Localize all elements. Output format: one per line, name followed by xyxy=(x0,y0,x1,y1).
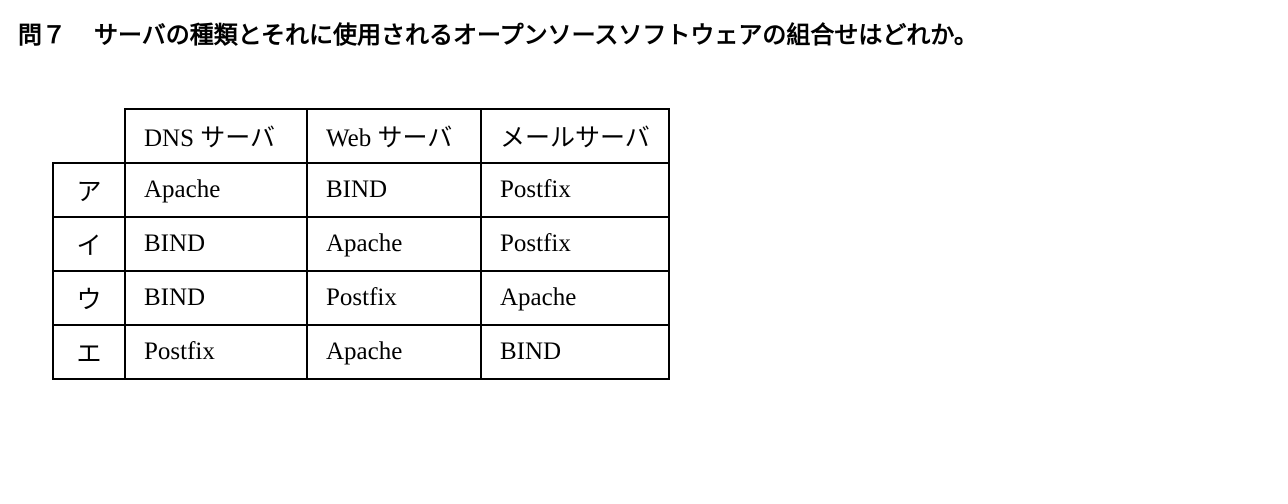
table-cell: Postfix xyxy=(306,271,482,326)
table-row: イ BIND Apache Postfix xyxy=(52,217,670,272)
table-cell: BIND xyxy=(480,325,670,380)
option-label: エ xyxy=(52,325,126,380)
question-number: 問７ xyxy=(18,21,66,49)
corner-cell xyxy=(53,109,126,164)
column-header-mail-server: メールサーバ xyxy=(480,108,670,164)
table-cell: Postfix xyxy=(480,163,670,218)
table-cell: Apache xyxy=(306,325,482,380)
table-cell: BIND xyxy=(124,271,308,326)
table-cell: Postfix xyxy=(124,325,308,380)
table-header-row: DNS サーバ Web サーバ メールサーバ xyxy=(53,108,670,164)
column-header-web-server: Web サーバ xyxy=(306,108,482,164)
table-row: ア Apache BIND Postfix xyxy=(52,163,670,218)
table-cell: Postfix xyxy=(480,217,670,272)
table-row: ウ BIND Postfix Apache xyxy=(52,271,670,326)
option-label: ア xyxy=(52,163,126,218)
table-cell: Apache xyxy=(124,163,308,218)
question-heading: 問７ サーバの種類とそれに使用されるオープンソースソフトウェアの組合せはどれか。 xyxy=(18,20,978,50)
question-text: サーバの種類とそれに使用されるオープンソースソフトウェアの組合せはどれか。 xyxy=(94,21,978,49)
table-cell: Apache xyxy=(480,271,670,326)
option-label: イ xyxy=(52,217,126,272)
answer-table: DNS サーバ Web サーバ メールサーバ ア Apache BIND Pos… xyxy=(52,108,670,380)
table-cell: BIND xyxy=(306,163,482,218)
table-cell: BIND xyxy=(124,217,308,272)
table-cell: Apache xyxy=(306,217,482,272)
column-header-dns-server: DNS サーバ xyxy=(124,108,308,164)
table-row: エ Postfix Apache BIND xyxy=(52,325,670,380)
option-label: ウ xyxy=(52,271,126,326)
